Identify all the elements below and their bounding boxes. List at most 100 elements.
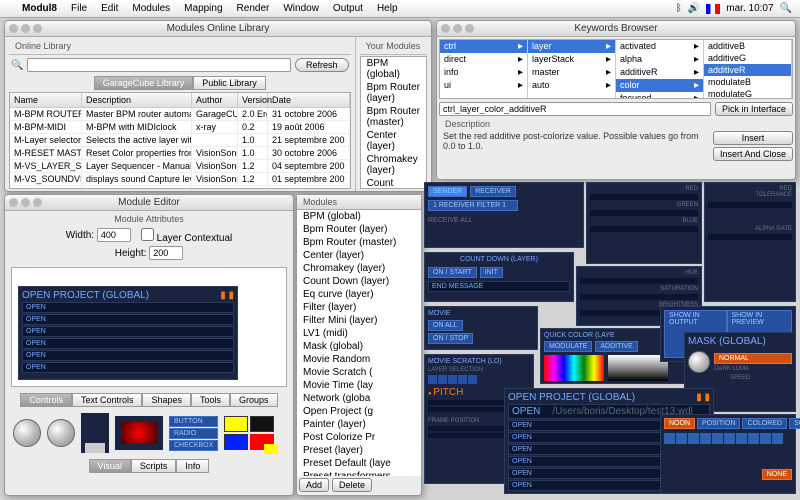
modules-list[interactable]: BPM (global)Bpm Router (layer)Bpm Router… bbox=[297, 210, 421, 476]
slider[interactable] bbox=[708, 234, 792, 240]
list-item[interactable]: Count Down (layer) bbox=[361, 177, 426, 189]
keyword-item[interactable]: ctrl▸ bbox=[440, 40, 527, 53]
menu-help[interactable]: Help bbox=[377, 3, 398, 14]
cell[interactable] bbox=[760, 433, 771, 444]
keyword-item[interactable]: activated▸ bbox=[616, 40, 703, 53]
keyword-item[interactable]: ui▸ bbox=[440, 79, 527, 92]
list-item[interactable]: LV1 (midi) bbox=[297, 327, 421, 340]
table-row[interactable]: M-VS_SOUNDVID1displays sound Capture lev… bbox=[10, 186, 350, 189]
cell[interactable] bbox=[664, 433, 675, 444]
btn[interactable]: ON / STOP bbox=[428, 333, 473, 344]
volume-icon[interactable]: 🔊 bbox=[688, 3, 700, 14]
slider-red[interactable] bbox=[590, 194, 698, 200]
layer-cell[interactable] bbox=[438, 375, 447, 384]
cell[interactable] bbox=[724, 433, 735, 444]
end-msg[interactable]: END MESSAGE bbox=[428, 281, 570, 292]
btn[interactable]: COLORED bbox=[742, 418, 787, 429]
keyword-item[interactable]: layerStack▸ bbox=[528, 53, 615, 66]
slot[interactable]: OPEN bbox=[22, 362, 234, 373]
refresh-button[interactable]: Refresh bbox=[295, 58, 349, 72]
menu-window[interactable]: Window bbox=[283, 3, 319, 14]
pick-interface-button[interactable]: Pick in Interface bbox=[715, 102, 793, 116]
spotlight-icon[interactable]: 🔍 bbox=[780, 3, 792, 14]
none-btn[interactable]: NONE bbox=[762, 469, 792, 480]
cell[interactable] bbox=[736, 433, 747, 444]
col-author[interactable]: Author bbox=[192, 93, 238, 107]
btn[interactable]: ON / START bbox=[428, 267, 477, 278]
module-canvas[interactable]: OPEN PROJECT (GLOBAL)▮ ▮ OPEN OPEN OPEN … bbox=[11, 267, 287, 387]
tab-garagecube[interactable]: GarageCube Library bbox=[94, 76, 194, 90]
list-item[interactable]: Preset (layer) bbox=[297, 444, 421, 457]
list-item[interactable]: Movie Scratch ( bbox=[297, 366, 421, 379]
swatch[interactable] bbox=[250, 416, 274, 432]
col-desc[interactable]: Description bbox=[82, 93, 192, 107]
list-item[interactable]: BPM (global) bbox=[361, 57, 426, 81]
list-item[interactable]: Post Colorize Pr bbox=[297, 431, 421, 444]
tab-scripts[interactable]: Scripts bbox=[131, 459, 177, 473]
height-input[interactable] bbox=[149, 246, 183, 260]
slot[interactable]: OPEN bbox=[22, 350, 234, 361]
sample-radio[interactable]: RADIO bbox=[169, 428, 218, 439]
width-input[interactable] bbox=[97, 228, 131, 242]
list-item[interactable]: Bpm Router (layer) bbox=[361, 81, 426, 105]
knob-speed[interactable] bbox=[688, 351, 710, 373]
btn[interactable]: INIT bbox=[480, 267, 503, 278]
keyword-item[interactable]: additiveB bbox=[704, 40, 791, 52]
list-item[interactable]: Network (globa bbox=[297, 392, 421, 405]
pad[interactable] bbox=[115, 416, 163, 450]
menu-file[interactable]: File bbox=[71, 3, 87, 14]
app-name[interactable]: Modul8 bbox=[22, 3, 57, 14]
table-row[interactable]: M-BPM-MIDIM-BPM with MIDIclockx-ray0.219… bbox=[10, 121, 350, 134]
list-item[interactable]: Movie Time (lay bbox=[297, 379, 421, 392]
insert-close-button[interactable]: Insert And Close bbox=[713, 147, 793, 161]
layer-cell[interactable] bbox=[448, 375, 457, 384]
cell[interactable] bbox=[712, 433, 723, 444]
search-input[interactable] bbox=[27, 58, 291, 72]
list-item[interactable]: Bpm Router (master) bbox=[297, 236, 421, 249]
table-row[interactable]: M-RESET MASTERReset Color properties fro… bbox=[10, 147, 350, 160]
tab-info[interactable]: Info bbox=[176, 459, 209, 473]
receiver-btn[interactable]: RECEIVER bbox=[470, 186, 516, 197]
cell[interactable] bbox=[688, 433, 699, 444]
list-item[interactable]: Open Project (g bbox=[297, 405, 421, 418]
list-item[interactable]: Filter (layer) bbox=[297, 301, 421, 314]
keyword-item[interactable]: auto▸ bbox=[528, 79, 615, 92]
layer-cell[interactable] bbox=[458, 375, 467, 384]
list-item[interactable]: Movie Random bbox=[297, 353, 421, 366]
sender-btn[interactable]: SENDER bbox=[428, 186, 467, 197]
list-item[interactable]: Center (layer) bbox=[361, 129, 426, 153]
keyword-item[interactable]: additiveG bbox=[704, 52, 791, 64]
list-item[interactable]: Chromakey (layer) bbox=[361, 153, 426, 177]
list-item[interactable]: Center (layer) bbox=[297, 249, 421, 262]
your-modules-list[interactable]: BPM (global)Bpm Router (layer)Bpm Router… bbox=[360, 56, 427, 189]
tab-controls[interactable]: Controls bbox=[20, 393, 72, 407]
table-row[interactable]: M-BPM ROUTERVMaster BPM router automatiz… bbox=[10, 108, 350, 121]
menu-render[interactable]: Render bbox=[237, 3, 270, 14]
color-picker[interactable] bbox=[544, 355, 604, 381]
table-row[interactable]: M-VS_LAYER_SEQLayer Sequencer - Manual m… bbox=[10, 160, 350, 173]
slider-blue[interactable] bbox=[590, 226, 698, 232]
slider[interactable] bbox=[580, 294, 698, 300]
list-item[interactable]: Preset Default (laye bbox=[297, 457, 421, 470]
menu-output[interactable]: Output bbox=[333, 3, 363, 14]
keyword-item[interactable]: modulateG bbox=[704, 88, 791, 98]
col-date[interactable]: Date bbox=[268, 93, 350, 107]
sample-checkbox[interactable]: CHECKBOX bbox=[169, 440, 218, 451]
btn[interactable]: ON ALL bbox=[428, 320, 463, 331]
btn[interactable]: ADDITIVE bbox=[595, 341, 637, 352]
list-item[interactable]: Filter Mini (layer) bbox=[297, 314, 421, 327]
cell[interactable] bbox=[700, 433, 711, 444]
menu-edit[interactable]: Edit bbox=[101, 3, 118, 14]
tab-groups[interactable]: Groups bbox=[230, 393, 278, 407]
list-item[interactable]: Painter (layer) bbox=[297, 418, 421, 431]
keyword-item[interactable]: alpha▸ bbox=[616, 53, 703, 66]
cell[interactable] bbox=[676, 433, 687, 444]
clock[interactable]: mar. 10:07 bbox=[726, 3, 773, 14]
keyword-item[interactable]: color▸ bbox=[616, 79, 703, 92]
table-row[interactable]: M-VS_SOUNDVIB1displays sound Capture lev… bbox=[10, 173, 350, 186]
keyword-item[interactable]: info▸ bbox=[440, 66, 527, 79]
list-item[interactable]: Bpm Router (layer) bbox=[297, 223, 421, 236]
knob-2[interactable] bbox=[47, 419, 75, 447]
list-item[interactable]: Mask (global) bbox=[297, 340, 421, 353]
keyword-item[interactable]: master▸ bbox=[528, 66, 615, 79]
